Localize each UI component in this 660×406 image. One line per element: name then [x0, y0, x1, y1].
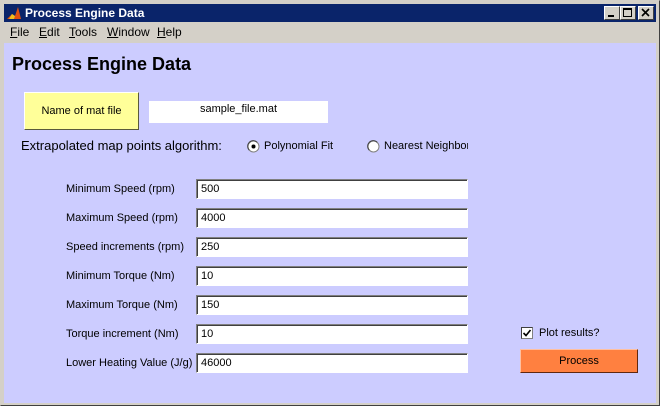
input-minimum-speed[interactable] — [196, 179, 468, 199]
mat-file-button[interactable]: Name of mat file — [24, 92, 139, 130]
window-title: Process Engine Data — [25, 6, 145, 20]
radio-label-polynomial-fit[interactable]: Polynomial Fit — [264, 140, 333, 152]
input-maximum-speed[interactable] — [196, 208, 468, 228]
radio-nearest-neighbor[interactable] — [367, 140, 380, 153]
close-icon — [641, 8, 650, 17]
page-title: Process Engine Data — [12, 54, 192, 74]
minimize-button[interactable] — [604, 6, 620, 20]
close-button[interactable] — [638, 6, 654, 20]
label-torque-increment: Torque increment (Nm) — [66, 328, 179, 340]
minimize-icon — [608, 15, 614, 17]
radio-label-nearest-neighbor[interactable]: Nearest Neighbor — [384, 140, 468, 152]
plot-results-label[interactable]: Plot results? — [539, 327, 600, 339]
menu-edit[interactable]: Edit — [39, 25, 60, 40]
label-lower-heating-value: Lower Heating Value (J/g) — [66, 357, 193, 369]
label-speed-increments: Speed increments (rpm) — [66, 241, 184, 253]
mat-file-name: sample_file.mat — [149, 101, 328, 123]
matlab-logo-icon — [6, 5, 22, 21]
input-speed-increments[interactable] — [196, 237, 468, 257]
title-bar[interactable]: Process Engine Data — [4, 4, 656, 22]
menu-tools[interactable]: Tools — [69, 25, 97, 40]
input-minimum-torque[interactable] — [196, 266, 468, 286]
label-maximum-torque: Maximum Torque (Nm) — [66, 299, 178, 311]
input-lower-heating-value[interactable] — [196, 353, 468, 373]
input-maximum-torque[interactable] — [196, 295, 468, 315]
application-window: Process Engine Data File Edit Tools Wind… — [0, 0, 660, 406]
menu-help[interactable]: Help — [157, 25, 182, 40]
algorithm-label: Extrapolated map points algorithm: — [21, 138, 222, 153]
process-button[interactable]: Process — [520, 349, 638, 373]
maximize-icon — [623, 8, 632, 17]
menu-bar: File Edit Tools Window Help — [4, 23, 656, 42]
plot-results-checkbox[interactable] — [521, 327, 533, 339]
input-torque-increment[interactable] — [196, 324, 468, 344]
menu-window[interactable]: Window — [107, 25, 150, 40]
label-minimum-torque: Minimum Torque (Nm) — [66, 270, 175, 282]
menu-file[interactable]: File — [10, 25, 29, 40]
maximize-button[interactable] — [620, 6, 636, 20]
figure-canvas: Process Engine Data Name of mat file sam… — [4, 43, 656, 403]
radio-polynomial-fit[interactable] — [247, 140, 260, 153]
label-maximum-speed: Maximum Speed (rpm) — [66, 212, 178, 224]
label-minimum-speed: Minimum Speed (rpm) — [66, 183, 175, 195]
